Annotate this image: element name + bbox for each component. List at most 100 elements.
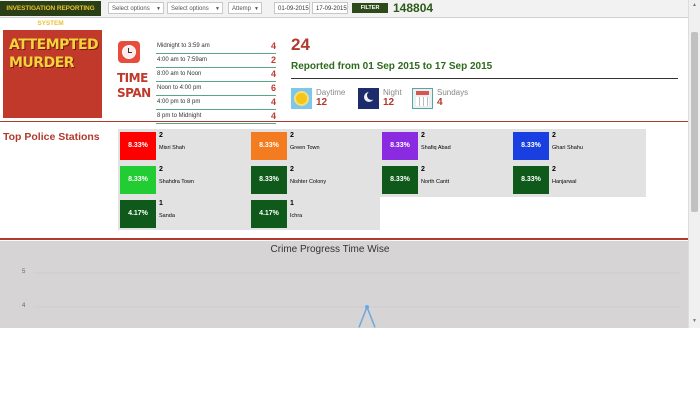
scroll-down-icon[interactable]: ▼ xyxy=(692,318,697,324)
crime-type-badge: ATTEMPTED MURDER xyxy=(3,30,102,118)
station-name: Ghari Shahu xyxy=(552,145,583,151)
station-name: Shafiq Abad xyxy=(421,145,451,151)
time-slot-label: 4:00 am to 7:59am xyxy=(157,57,208,63)
station-count: 2 xyxy=(552,132,556,139)
sundays-label: Sundays xyxy=(437,88,469,97)
crime-type-title: ATTEMPTED MURDER xyxy=(9,36,99,72)
date-to-input[interactable]: 17-09-2015 xyxy=(312,2,348,14)
station-card[interactable]: 8.33% 2 North Cantt xyxy=(380,163,511,195)
time-slot-label: 4:00 pm to 8 pm xyxy=(157,99,201,105)
station-name: Nishter Colony xyxy=(290,179,327,185)
select-placeholder: Select options xyxy=(171,6,209,12)
clock-icon xyxy=(118,41,140,63)
select-options-dropdown-1[interactable]: Select options ▼ xyxy=(108,2,164,14)
station-percentage: 8.33% xyxy=(382,132,418,160)
date-from-input[interactable]: 01-09-2015 xyxy=(274,2,310,14)
station-name: Green Town xyxy=(290,145,320,151)
station-card[interactable]: 8.33% 2 Shafiq Abad xyxy=(380,129,511,161)
crime-type-line2: MURDER xyxy=(9,55,75,71)
select-options-dropdown-2[interactable]: Select options ▼ xyxy=(167,2,223,14)
station-card[interactable]: 8.33% 2 Green Town xyxy=(249,129,380,161)
station-percentage: 8.33% xyxy=(120,166,156,194)
time-slot-count: 4 xyxy=(270,69,276,79)
time-slot-list: Midnight to 3:59 am 4 4:00 am to 7:59am 2 … xyxy=(156,40,276,124)
station-card[interactable]: 8.33% 2 Ghari Shahu xyxy=(511,129,642,161)
station-percentage: 8.33% xyxy=(120,132,156,160)
sun-icon xyxy=(291,88,312,109)
station-count: 2 xyxy=(552,166,556,173)
data-point[interactable] xyxy=(365,305,369,309)
top-police-stations-title: Top Police Stations xyxy=(3,131,100,143)
series-line xyxy=(358,304,376,328)
time-slot-count: 4 xyxy=(270,111,276,121)
time-slot-row: Midnight to 3:59 am 4 xyxy=(156,40,276,54)
station-count: 1 xyxy=(159,200,163,207)
clock-face xyxy=(122,45,136,59)
station-percentage: 4.17% xyxy=(251,200,287,228)
station-name: North Cantt xyxy=(421,179,450,185)
scrollbar-thumb[interactable] xyxy=(691,32,698,212)
daytime-value: 12 xyxy=(316,97,328,108)
time-span-label: TIME SPAN xyxy=(117,71,151,101)
station-card[interactable]: 8.33% 2 Misri Shah xyxy=(118,129,249,161)
station-card[interactable]: 8.33% 2 Shahdra Town xyxy=(118,163,249,195)
station-name: Sanda xyxy=(159,213,175,219)
time-slot-count: 4 xyxy=(270,97,276,107)
top-toolbar: INVESTIGATION REPORTING SYSTEM Select op… xyxy=(0,0,688,27)
station-count: 2 xyxy=(290,132,294,139)
time-slot-count: 2 xyxy=(270,55,276,65)
time-slot-row: 4:00 pm to 8 pm 4 xyxy=(156,96,276,110)
vertical-scrollbar[interactable]: ▲ ▼ xyxy=(688,0,700,328)
time-slot-label: Midnight to 3:59 am xyxy=(157,43,210,49)
daytime-label: Daytime xyxy=(316,88,346,97)
crime-type-value: Attemp xyxy=(232,6,252,12)
station-percentage: 8.33% xyxy=(382,166,418,194)
time-slot-count: 4 xyxy=(270,41,276,51)
station-count: 2 xyxy=(421,132,425,139)
station-card[interactable]: 8.33% 2 Nishter Colony xyxy=(249,163,380,195)
station-count: 2 xyxy=(159,166,163,173)
chevron-down-icon: ▼ xyxy=(254,6,259,12)
station-percentage: 8.33% xyxy=(251,132,287,160)
night-label: Night xyxy=(383,88,402,97)
police-stations-grid: 8.33% 2 Misri Shah 8.33% 2 Green Town 8.… xyxy=(118,129,646,230)
station-card[interactable]: 4.17% 1 Sanda xyxy=(118,197,249,229)
crime-type-line1: ATTEMPTED xyxy=(9,37,99,53)
time-span-line1: TIME xyxy=(117,71,148,85)
station-count: 1 xyxy=(290,200,294,207)
time-span-line2: SPAN xyxy=(117,86,151,100)
station-count: 2 xyxy=(159,132,163,139)
scroll-up-icon[interactable]: ▲ xyxy=(692,2,697,8)
time-slot-label: 8:00 am to Noon xyxy=(157,71,202,77)
sundays-value: 4 xyxy=(437,97,443,108)
time-slot-label: 8 pm to Midnight xyxy=(157,113,202,119)
app-brand: INVESTIGATION REPORTING SYSTEM xyxy=(0,1,101,27)
summary-divider xyxy=(291,78,678,79)
moon-icon xyxy=(358,88,379,109)
station-count: 2 xyxy=(290,166,294,173)
filter-button[interactable]: FILTER xyxy=(352,3,388,13)
reported-date-range: Reported from 01 Sep 2015 to 17 Sep 2015 xyxy=(291,61,493,72)
station-card[interactable]: 4.17% 1 Ichra xyxy=(249,197,380,229)
total-crime-count: 24 xyxy=(291,35,310,54)
night-value: 12 xyxy=(383,97,395,108)
station-percentage: 8.33% xyxy=(251,166,287,194)
time-slot-row: 4:00 am to 7:59am 2 xyxy=(156,54,276,68)
station-count: 2 xyxy=(421,166,425,173)
crime-type-dropdown[interactable]: Attemp ▼ xyxy=(228,2,262,14)
station-name: Ichra xyxy=(290,213,303,219)
station-name: Hanjarwal xyxy=(552,179,577,185)
station-percentage: 8.33% xyxy=(513,132,549,160)
calendar-icon xyxy=(412,88,433,109)
station-name: Misri Shah xyxy=(159,145,185,151)
section-divider xyxy=(0,238,688,240)
chevron-down-icon: ▼ xyxy=(215,6,220,12)
station-card[interactable]: 8.33% 2 Hanjarwal xyxy=(511,163,642,195)
time-slot-row: 8:00 am to Noon 4 xyxy=(156,68,276,82)
total-records-count: 148804 xyxy=(393,1,434,15)
station-percentage: 8.33% xyxy=(513,166,549,194)
time-slot-count: 6 xyxy=(270,83,276,93)
time-slot-row: Noon to 4:00 pm 6 xyxy=(156,82,276,96)
time-slot-label: Noon to 4:00 pm xyxy=(157,85,202,91)
chart-plot-area xyxy=(34,272,680,328)
